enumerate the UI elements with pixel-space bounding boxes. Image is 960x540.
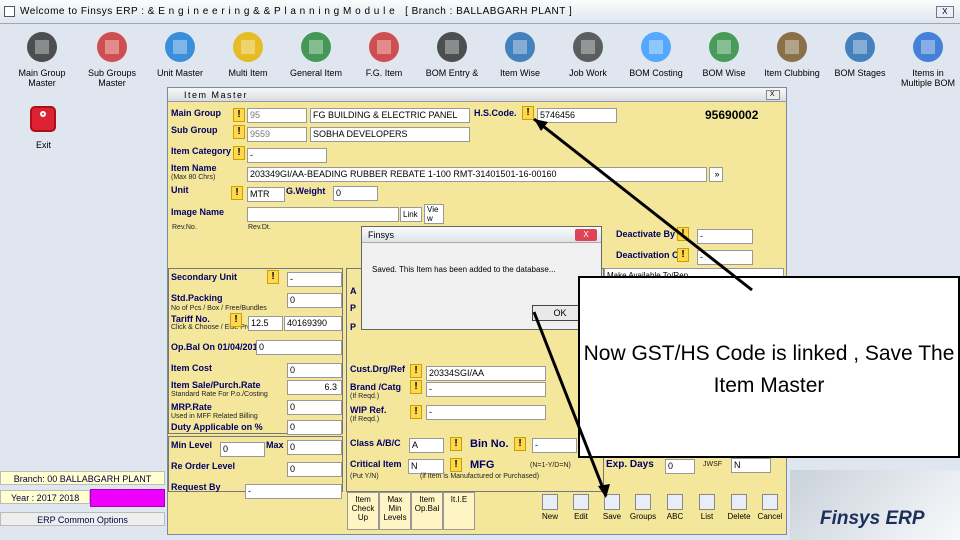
- brand-logo: Finsys ERP: [820, 508, 925, 529]
- arrow-head-save: [598, 484, 610, 498]
- brand-logo-area: Finsys ERP: [790, 470, 960, 540]
- annotation-arrows: [532, 117, 753, 498]
- arrow-to-hs-code: [533, 117, 753, 292]
- arrow-to-save: [532, 311, 608, 497]
